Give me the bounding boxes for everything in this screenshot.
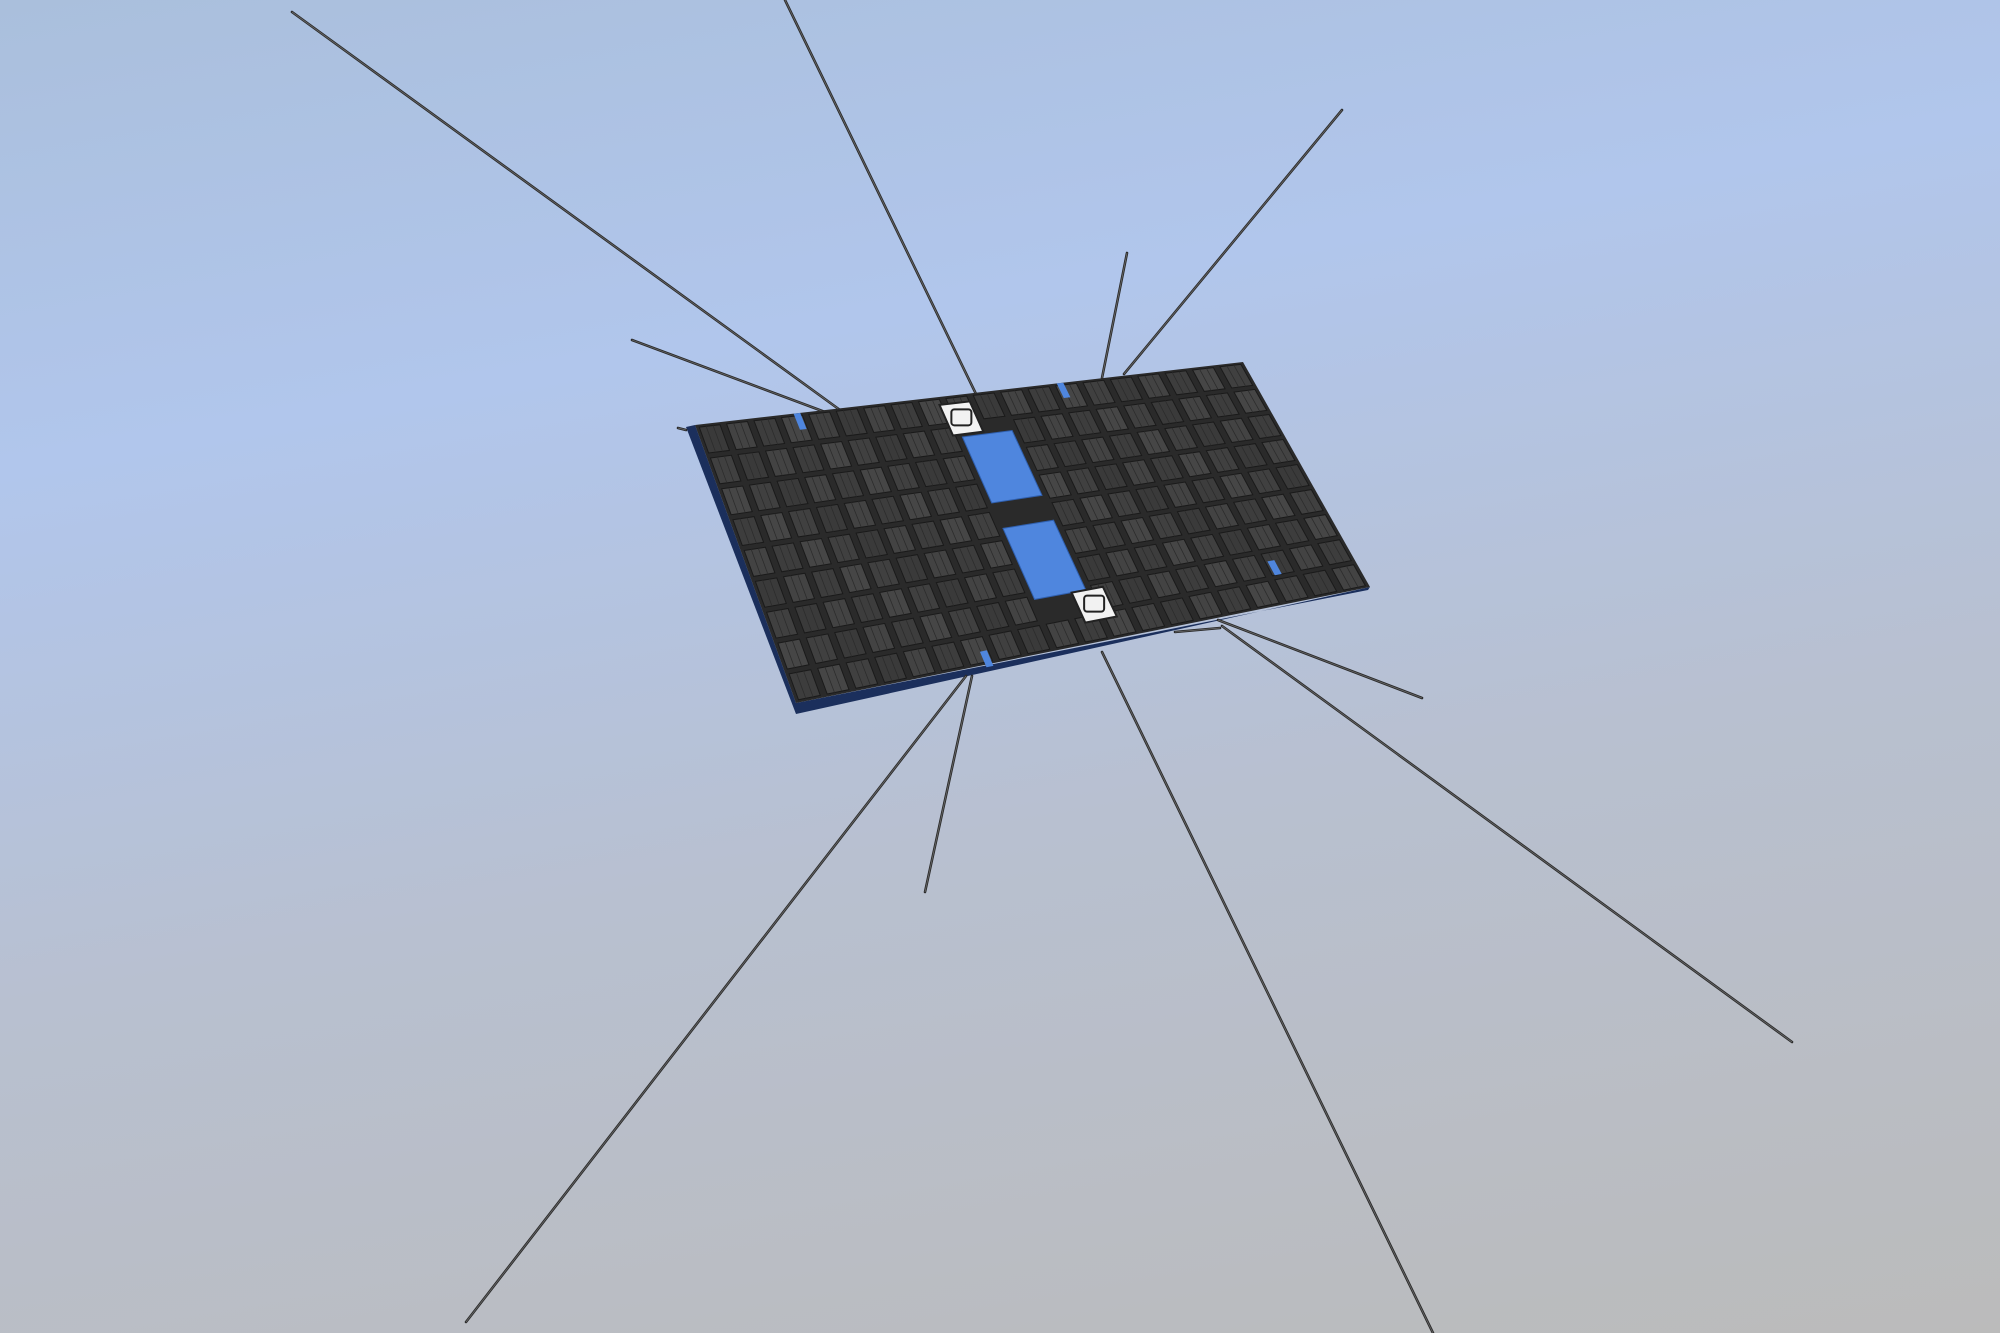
antenna-highlight <box>291 11 841 411</box>
antennas-back <box>290 0 1344 414</box>
antenna-highlight <box>924 675 973 893</box>
antenna-highlight <box>465 675 967 1323</box>
antenna-highlight <box>1101 252 1128 379</box>
antenna-highlight <box>631 339 826 413</box>
antenna-highlight <box>784 0 977 395</box>
cad-viewport[interactable] <box>0 0 2000 1333</box>
antenna-highlight <box>1217 619 1423 699</box>
antenna-highlight <box>1221 625 1793 1043</box>
antenna-highlight <box>1123 109 1343 375</box>
satellite-body[interactable] <box>686 362 1370 714</box>
satellite-scene[interactable] <box>0 0 2000 1333</box>
antenna-highlight <box>1101 651 1434 1333</box>
